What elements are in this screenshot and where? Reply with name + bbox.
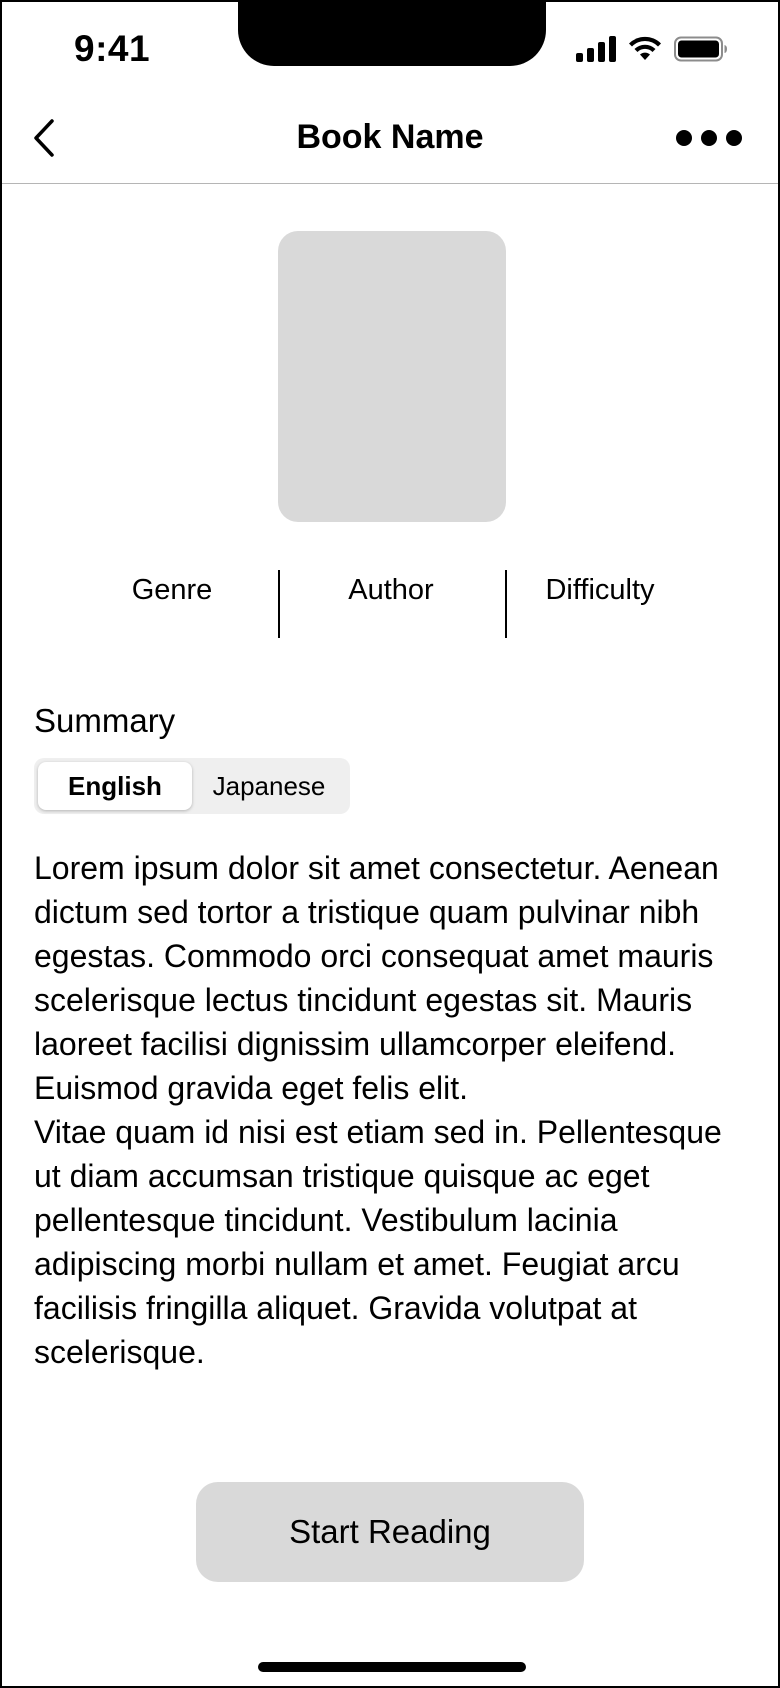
home-indicator — [258, 1662, 526, 1672]
tab-japanese[interactable]: Japanese — [192, 762, 346, 810]
summary-heading: Summary — [34, 702, 176, 739]
battery-icon — [674, 36, 728, 62]
wifi-icon — [628, 36, 662, 62]
status-bar: 9:41 — [2, 2, 778, 92]
page-title: Book Name — [296, 118, 484, 156]
author-label: Author — [348, 574, 434, 606]
meta-divider — [278, 570, 280, 638]
genre-label: Genre — [131, 574, 213, 606]
signal-icon — [576, 36, 616, 62]
ellipsis-icon — [676, 130, 692, 146]
status-icons — [576, 36, 728, 62]
meta-divider — [505, 570, 507, 638]
start-reading-button[interactable]: Start Reading — [196, 1482, 584, 1582]
status-time: 9:41 — [74, 28, 151, 69]
book-meta-row: Genre Author Difficulty — [2, 570, 778, 638]
navigation-bar: Book Name — [2, 92, 778, 184]
language-segmented-control: English Japanese — [34, 758, 350, 814]
summary-text: Lorem ipsum dolor sit amet consectetur. … — [34, 846, 734, 1374]
phone-frame: 9:41 Book Name Genre Author Difficulty S… — [0, 0, 780, 1688]
difficulty-label: Difficulty — [545, 574, 655, 606]
tab-english[interactable]: English — [38, 762, 192, 810]
more-options-button[interactable] — [676, 122, 742, 154]
book-cover-placeholder — [278, 231, 506, 522]
notch — [238, 2, 546, 66]
summary-paragraph: Vitae quam id nisi est etiam sed in. Pel… — [34, 1114, 722, 1370]
summary-paragraph: Lorem ipsum dolor sit amet consectetur. … — [34, 850, 719, 1106]
